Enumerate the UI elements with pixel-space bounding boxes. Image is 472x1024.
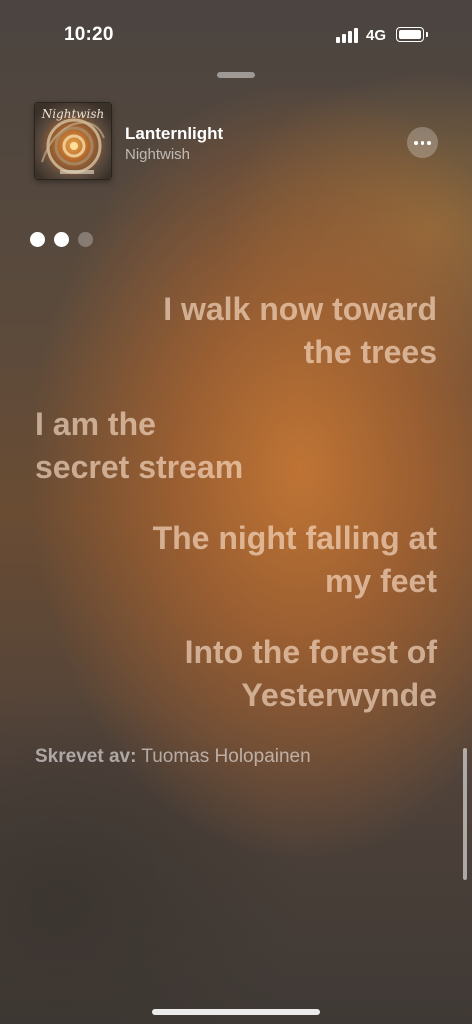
signal-bars-icon xyxy=(336,27,360,43)
svg-text:Nightwish: Nightwish xyxy=(41,107,105,121)
sheet-grabber[interactable] xyxy=(217,72,255,78)
status-bar: 10:20 4G xyxy=(0,0,472,70)
lyric-text: Into the forest of xyxy=(184,634,437,670)
lyric-text: I am the xyxy=(35,406,156,442)
album-artwork[interactable]: Nightwish xyxy=(34,102,112,180)
lyric-text: I walk now toward xyxy=(163,291,437,327)
scrollbar[interactable] xyxy=(463,748,467,880)
credits-value: Tuomas Holopainen xyxy=(141,746,311,767)
credits-label: Skrevet av: xyxy=(35,746,137,767)
more-options-button[interactable] xyxy=(407,127,438,158)
network-type: 4G xyxy=(366,27,387,44)
lyric-text: secret stream xyxy=(35,449,244,485)
lyric-text: The night falling at xyxy=(152,520,437,556)
lyric-line[interactable]: Into the forest of Yesterwynde xyxy=(185,631,437,717)
song-title[interactable]: Lanternlight xyxy=(125,124,223,144)
now-playing-header: Nightwish Lanternlight Nightwish xyxy=(34,102,438,180)
home-indicator[interactable] xyxy=(152,1009,320,1015)
lyric-line[interactable]: I am the secret stream xyxy=(35,403,243,489)
page-dot-3[interactable] xyxy=(78,232,93,247)
lyric-line[interactable]: The night falling at my feet xyxy=(153,517,437,603)
page-dot-1[interactable] xyxy=(30,232,45,247)
status-time: 10:20 xyxy=(64,24,114,45)
page-dot-2[interactable] xyxy=(54,232,69,247)
page-indicator[interactable] xyxy=(30,232,100,248)
lyric-text: Yesterwynde xyxy=(241,677,437,713)
lyric-text: my feet xyxy=(324,563,437,599)
songwriter-credits: Skrevet av: Tuomas Holopainen xyxy=(35,746,311,768)
lyric-line[interactable]: I walk now toward the trees xyxy=(163,288,437,374)
song-artist[interactable]: Nightwish xyxy=(125,146,190,163)
battery-icon xyxy=(396,27,428,42)
lyric-text: the trees xyxy=(303,334,437,370)
